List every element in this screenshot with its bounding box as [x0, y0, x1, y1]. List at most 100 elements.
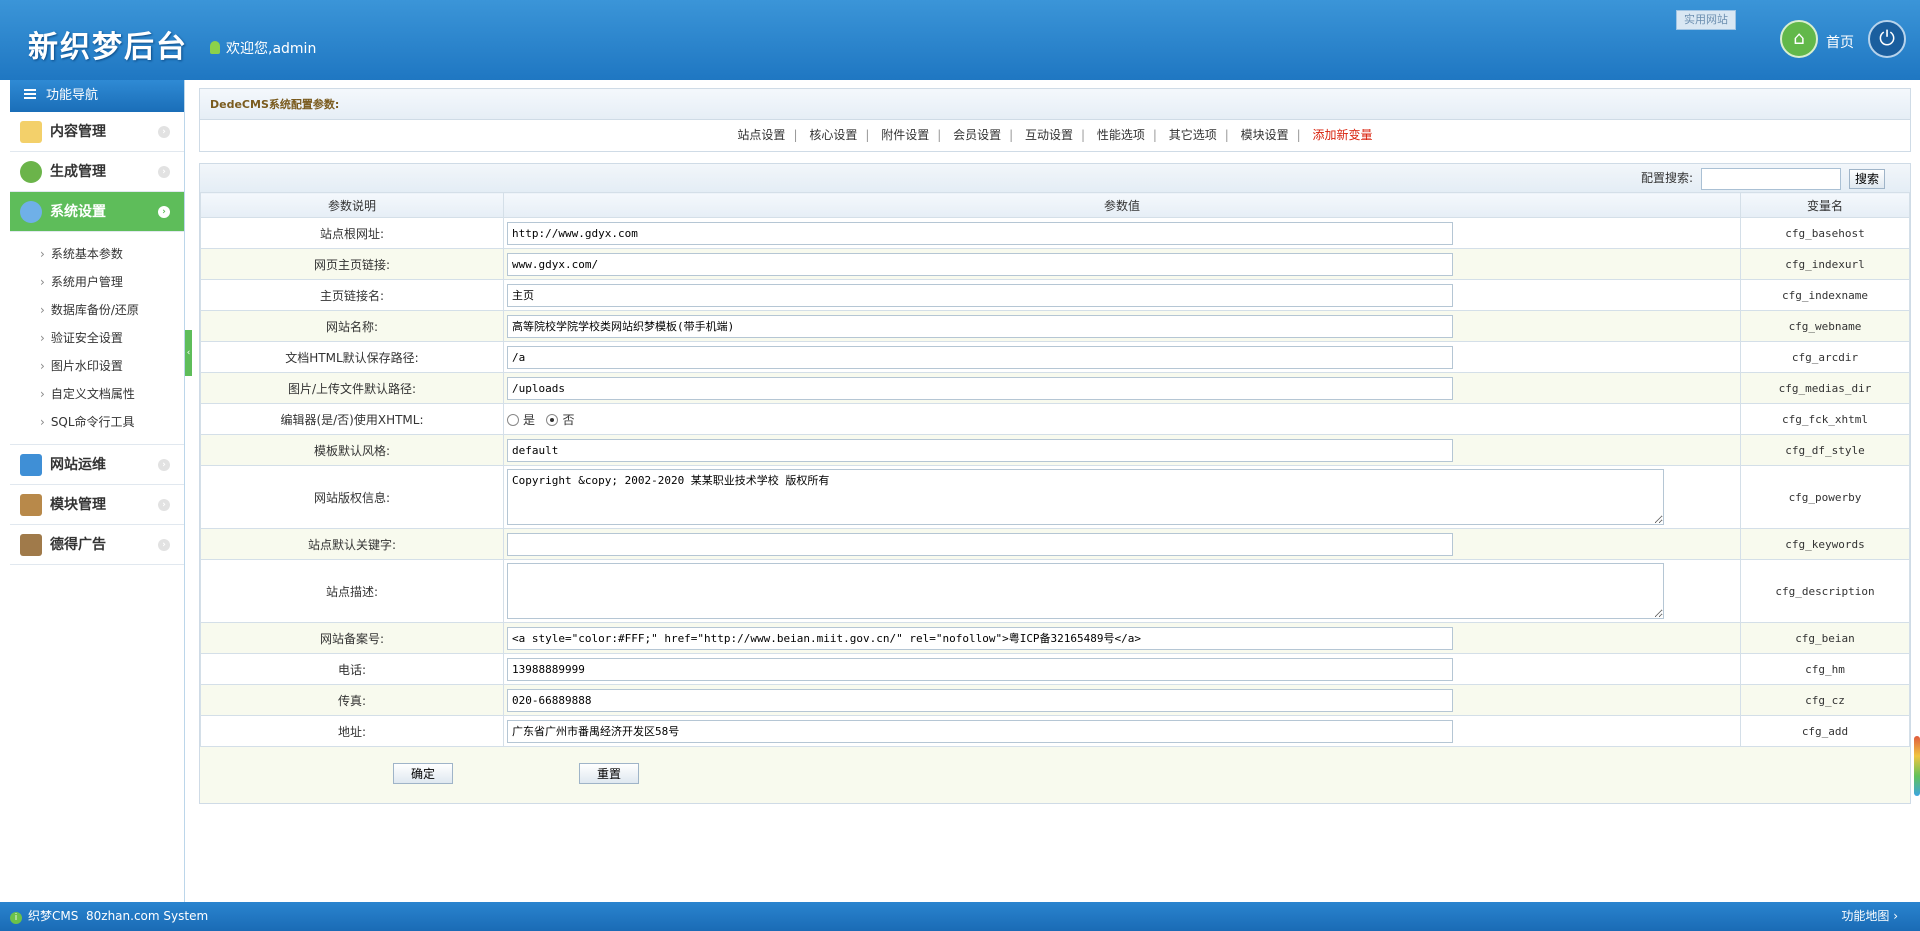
row-varname: cfg_powerby	[1740, 465, 1910, 529]
row-varname: cfg_beian	[1740, 622, 1910, 654]
menu-generate-manage[interactable]: 生成管理 ›	[10, 152, 184, 192]
submenu-item-db-backup[interactable]: 数据库备份/还原	[40, 296, 184, 324]
row-label: 主页链接名:	[200, 279, 504, 311]
table-row: 模板默认风格: cfg_df_style	[200, 434, 1910, 466]
tab-interaction[interactable]: 互动设置	[1025, 128, 1073, 142]
reset-button[interactable]: 重置	[579, 763, 639, 784]
book-icon	[20, 534, 42, 556]
home-link[interactable]: 首页	[1826, 32, 1854, 52]
row-varname: cfg_description	[1740, 559, 1910, 623]
row-label: 站点根网址:	[200, 217, 504, 249]
table-row: 网站备案号: cfg_beian	[200, 622, 1910, 654]
medias-dir-input[interactable]	[507, 376, 1453, 400]
sitemap-link[interactable]: 功能地图 ›	[1841, 902, 1898, 931]
table-row: 地址: cfg_add	[200, 715, 1910, 747]
header-desc: 参数说明	[200, 192, 504, 218]
useful-sites-button[interactable]: 实用网站	[1676, 10, 1736, 30]
row-label: 电话:	[200, 653, 504, 685]
webname-input[interactable]	[507, 314, 1453, 338]
search-label: 配置搜索:	[1640, 171, 1693, 185]
tab-attachment[interactable]: 附件设置	[881, 128, 929, 142]
power-icon[interactable]: ⏻	[1868, 20, 1906, 58]
tab-core[interactable]: 核心设置	[809, 128, 857, 142]
row-varname: cfg_arcdir	[1740, 341, 1910, 373]
table-row: 网页主页链接: cfg_indexurl	[200, 248, 1910, 280]
chevron-right-icon: ›	[158, 126, 170, 138]
submenu-item-security[interactable]: 验证安全设置	[40, 324, 184, 352]
confirm-button[interactable]: 确定	[393, 763, 453, 784]
row-varname: cfg_keywords	[1740, 528, 1910, 560]
keywords-input[interactable]	[507, 532, 1453, 556]
indexname-input[interactable]	[507, 283, 1453, 307]
row-varname: cfg_basehost	[1740, 217, 1910, 249]
xhtml-yes-radio[interactable]	[507, 413, 519, 426]
logo: 新织梦后台	[28, 30, 188, 65]
menu-ads[interactable]: 德得广告 ›	[10, 525, 184, 565]
row-label: 站点默认关键字:	[200, 528, 504, 560]
tab-module[interactable]: 模块设置	[1241, 128, 1289, 142]
xhtml-no-radio[interactable]	[546, 413, 559, 426]
row-label: 站点描述:	[200, 559, 504, 623]
submenu-item-custom-attr[interactable]: 自定义文档属性	[40, 380, 184, 408]
menu-system-settings[interactable]: 系统设置 ›	[10, 192, 184, 232]
list-icon	[24, 89, 36, 99]
chevron-right-icon: ›	[158, 459, 170, 471]
menu-content-manage[interactable]: 内容管理 ›	[10, 112, 184, 152]
header-varname: 变量名	[1740, 192, 1910, 218]
row-varname: cfg_cz	[1740, 684, 1910, 716]
description-textarea[interactable]	[507, 562, 1664, 619]
menu-site-ops[interactable]: 网站运维 ›	[10, 445, 184, 485]
menu-module-manage[interactable]: 模块管理 ›	[10, 485, 184, 525]
table-row: 站点描述: cfg_description	[200, 559, 1910, 623]
table-row: 站点默认关键字: cfg_keywords	[200, 528, 1910, 560]
submenu-item-sql-tool[interactable]: SQL命令行工具	[40, 408, 184, 436]
row-label: 网站版权信息:	[200, 465, 504, 529]
sidebar: 功能导航 内容管理› 生成管理› 系统设置› 系统基本参数 系统用户管理 数据库…	[10, 80, 185, 902]
beian-input[interactable]	[507, 626, 1453, 650]
radio-yes-label: 是	[523, 412, 536, 427]
tab-other[interactable]: 其它选项	[1169, 128, 1217, 142]
tree-icon	[20, 161, 42, 183]
search-input[interactable]	[1701, 167, 1841, 190]
scroll-indicator[interactable]	[1914, 736, 1920, 796]
nav-title: 功能导航	[10, 80, 184, 112]
basehost-input[interactable]	[507, 221, 1453, 245]
notepad-icon	[20, 121, 42, 143]
submenu-item-watermark[interactable]: 图片水印设置	[40, 352, 184, 380]
indexurl-input[interactable]	[507, 252, 1453, 276]
row-label: 文档HTML默认保存路径:	[200, 341, 504, 373]
chevron-right-icon: ›	[158, 499, 170, 511]
config-table-panel: 配置搜索: 搜索 参数说明 参数值 变量名 站点根网址: cfg_basehost…	[199, 163, 1911, 804]
chevron-right-icon: ›	[158, 206, 170, 218]
book-icon	[20, 494, 42, 516]
row-label: 图片/上传文件默认路径:	[200, 372, 504, 404]
config-tabs: 站点设置 | 核心设置 | 附件设置 | 会员设置 | 互动设置 | 性能选项 | 其它选项…	[737, 128, 1373, 142]
tab-site[interactable]: 站点设置	[737, 128, 785, 142]
address-input[interactable]	[507, 719, 1453, 743]
header-bar: 新织梦后台 欢迎您,admin 实用网站 ⌂ 首页 ⏻	[0, 0, 1920, 80]
tab-member[interactable]: 会员设置	[953, 128, 1001, 142]
df-style-input[interactable]	[507, 438, 1453, 462]
tab-performance[interactable]: 性能选项	[1097, 128, 1145, 142]
row-label: 编辑器(是/否)使用XHTML:	[200, 403, 504, 435]
row-varname: cfg_medias_dir	[1740, 372, 1910, 404]
row-varname: cfg_indexname	[1740, 279, 1910, 311]
fax-input[interactable]	[507, 688, 1453, 712]
search-button[interactable]: 搜索	[1849, 168, 1885, 189]
chevron-right-icon: ›	[158, 539, 170, 551]
row-varname: cfg_fck_xhtml	[1740, 403, 1910, 435]
table-row: 电话: cfg_hm	[200, 653, 1910, 685]
powerby-textarea[interactable]: Copyright &copy; 2002-2020 某某职业技术学校 版权所有	[507, 468, 1664, 525]
add-variable-link[interactable]: 添加新变量	[1313, 128, 1373, 142]
sidebar-toggle[interactable]: ‹	[185, 330, 192, 376]
arcdir-input[interactable]	[507, 345, 1453, 369]
home-icon[interactable]: ⌂	[1780, 20, 1818, 58]
table-row: 站点根网址: cfg_basehost	[200, 217, 1910, 249]
row-varname: cfg_add	[1740, 715, 1910, 747]
submenu-item-system-users[interactable]: 系统用户管理	[40, 268, 184, 296]
submenu-item-basic-params[interactable]: 系统基本参数	[40, 240, 184, 268]
phone-input[interactable]	[507, 657, 1453, 681]
monitor-icon	[20, 454, 42, 476]
info-icon: i	[10, 912, 22, 924]
footer-bar: i 织梦CMS 80zhan.com System 功能地图 ›	[0, 902, 1920, 931]
